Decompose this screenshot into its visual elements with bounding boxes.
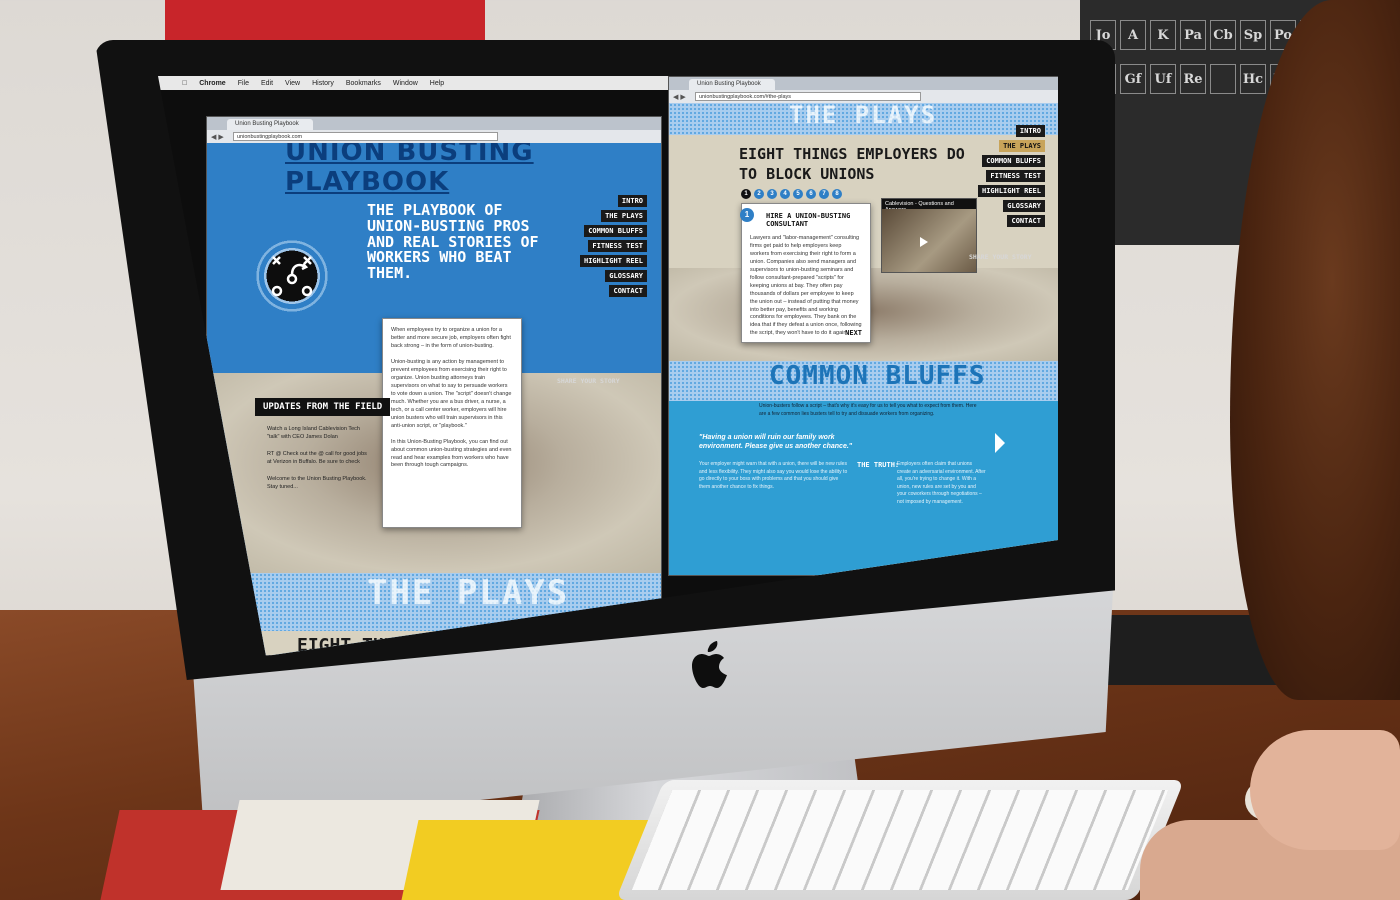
periodic-cell	[1210, 64, 1236, 94]
menubar-item[interactable]: History	[312, 80, 334, 87]
play-step-2[interactable]: 2	[754, 189, 764, 199]
menubar-item[interactable]: Chrome	[199, 80, 225, 87]
nav-item-intro[interactable]: INTRO	[617, 195, 647, 207]
browser-tab[interactable]: Union Busting Playbook	[227, 119, 313, 130]
keyboard-keys	[631, 790, 1169, 890]
periodic-cell: Uf	[1150, 64, 1176, 94]
menubar-item[interactable]: Edit	[261, 80, 273, 87]
main-nav: INTRO THE PLAYS COMMON BLUFFS FITNESS TEST H…	[977, 125, 1045, 227]
tab-bar: Union Busting Playbook	[207, 117, 661, 130]
periodic-cell: Gf	[1120, 64, 1146, 94]
play-step-1[interactable]: 1	[741, 189, 751, 199]
menubar-item[interactable]: Window	[393, 80, 418, 87]
book-stack	[100, 790, 649, 900]
bluff-explanation: Your employer might warn that with a uni…	[699, 461, 848, 490]
nav-item-the-plays[interactable]: THE PLAYS	[601, 210, 647, 222]
playbook-logo	[247, 231, 337, 321]
intro-paragraph-1: When employees try to organize a union f…	[391, 327, 511, 349]
nav-item-highlight-reel[interactable]: HIGHLIGHT REEL	[579, 255, 647, 267]
plays-section-ghost-title: THE PLAYS	[367, 573, 570, 613]
update-item[interactable]: Watch a Long Island Cablevision Tech "ta…	[267, 425, 367, 442]
bluff-quote: "Having a union will ruin our family wor…	[699, 434, 853, 451]
plays-page: THE PLAYS INTRO THE PLAYS COMMON BLUFFS FIT…	[669, 103, 1058, 575]
update-item[interactable]: Welcome to the Union Busting Playbook. S…	[267, 475, 367, 492]
play-step-5[interactable]: 5	[793, 189, 803, 199]
intro-card: When employees try to organize a union f…	[382, 318, 522, 528]
menubar-item[interactable]: View	[285, 80, 300, 87]
nav-item-highlight-reel[interactable]: HIGHLIGHT REEL	[977, 185, 1045, 197]
bluffs-intro: Union-busters follow a script – that's w…	[759, 403, 977, 417]
play-title: HIRE A UNION-BUSTING CONSULTANT	[766, 212, 851, 229]
browser-window-plays[interactable]: Union Busting Playbook ◀ ▶ unionbustingp…	[668, 76, 1058, 576]
site-title[interactable]: UNION BUSTING PLAYBOOK	[285, 143, 661, 197]
url-field[interactable]: unionbustingplaybook.com	[233, 132, 499, 141]
chevron-right-icon[interactable]	[995, 433, 1005, 453]
nav-item-contact[interactable]: CONTACT	[1007, 215, 1045, 227]
address-bar: ◀ ▶ unionbustingplaybook.com	[207, 130, 661, 143]
nav-item-common-bluffs[interactable]: COMMON BLUFFS	[982, 155, 1045, 167]
site-tagline: THE PLAYBOOK OF UNION-BUSTING PROS AND R…	[367, 201, 539, 282]
play-icon[interactable]	[919, 237, 928, 248]
nav-item-contact[interactable]: CONTACT	[609, 285, 647, 297]
main-nav: INTRO THE PLAYS COMMON BLUFFS FITNESS TEST H…	[579, 195, 647, 297]
play-card: 1 HIRE A UNION-BUSTING CONSULTANT Lawyer…	[740, 203, 871, 343]
plays-headline-line2: TO BLOCK UNIONS	[739, 165, 875, 183]
share-your-story-link[interactable]: SHARE YOUR STORY	[969, 253, 1032, 261]
periodic-cell: A	[1120, 20, 1146, 50]
share-your-story-link[interactable]: SHARE YOUR STORY	[557, 377, 620, 385]
plays-headline-line1: EIGHT THINGS EMPLOYERS DO	[739, 145, 965, 163]
next-play-button[interactable]: NEXT	[845, 328, 862, 338]
nav-item-glossary[interactable]: GLOSSARY	[1003, 200, 1045, 212]
video-frame	[882, 209, 976, 272]
yellow-book	[401, 820, 649, 900]
video-player[interactable]: Cablevision - Questions and Answers	[881, 198, 977, 273]
back-forward-icon[interactable]: ◀ ▶	[211, 133, 224, 141]
play-step-4[interactable]: 4	[780, 189, 790, 199]
browser-tab[interactable]: Union Busting Playbook	[689, 79, 775, 90]
plays-section-ghost-title: THE PLAYS	[789, 103, 938, 129]
red-poster	[165, 0, 485, 45]
nav-item-glossary[interactable]: GLOSSARY	[605, 270, 647, 282]
apple-logo-icon	[692, 641, 727, 688]
menubar-item[interactable]: Bookmarks	[346, 80, 381, 87]
periodic-cell: Pa	[1180, 20, 1206, 50]
truth-body: Employers often claim that unions create…	[897, 461, 986, 505]
nav-item-the-plays[interactable]: THE PLAYS	[999, 140, 1045, 152]
updates-list: Watch a Long Island Cablevision Tech "ta…	[267, 425, 367, 491]
periodic-cell: Sp	[1240, 20, 1266, 50]
apple-keyboard	[615, 780, 1185, 900]
periodic-cell: K	[1150, 20, 1176, 50]
intro-paragraph-3: In this Union-Busting Playbook, you can …	[391, 438, 512, 469]
menubar-item[interactable]: Help	[430, 80, 444, 87]
truth-label: THE TRUTH:	[857, 461, 900, 469]
play-step-3[interactable]: 3	[767, 189, 777, 199]
nav-item-intro[interactable]: INTRO	[1015, 125, 1045, 137]
play-step-6[interactable]: 6	[806, 189, 816, 199]
play-diagram-icon	[271, 256, 313, 297]
tab-bar: Union Busting Playbook	[669, 77, 1058, 90]
update-item[interactable]: RT @ Check out the @ call for good jobs …	[267, 450, 367, 467]
play-step-8[interactable]: 8	[832, 189, 842, 199]
home-page: UNION BUSTING PLAYBOOK THE PLAYBOOK OF U…	[207, 143, 661, 655]
periodic-cell: Hc	[1240, 64, 1266, 94]
address-bar: ◀ ▶ unionbustingplaybook.com/#the-plays	[669, 90, 1058, 103]
nav-item-common-bluffs[interactable]: COMMON BLUFFS	[584, 225, 647, 237]
apple-menu-icon[interactable]: 	[182, 80, 187, 87]
url-field[interactable]: unionbustingplaybook.com/#the-plays	[695, 92, 921, 101]
updates-header: UPDATES FROM THE FIELD	[255, 398, 391, 416]
periodic-cell: Re	[1180, 64, 1206, 94]
intro-paragraph-2: Union-busting is any action by managemen…	[391, 358, 512, 429]
play-number-badge: 1	[740, 208, 754, 222]
menubar-item[interactable]: File	[238, 80, 249, 87]
play-step-7[interactable]: 7	[819, 189, 829, 199]
periodic-cell: Cb	[1210, 20, 1236, 50]
play-body: Lawyers and "labor-management" consultin…	[750, 234, 862, 337]
browser-window-home[interactable]: Union Busting Playbook ◀ ▶ unionbustingp…	[206, 116, 662, 656]
nav-item-fitness-test[interactable]: FITNESS TEST	[986, 170, 1045, 182]
back-forward-icon[interactable]: ◀ ▶	[673, 93, 686, 101]
play-step-selector: 12345678	[741, 189, 842, 199]
nav-item-fitness-test[interactable]: FITNESS TEST	[588, 240, 647, 252]
bluffs-section-title: COMMON BLUFFS	[769, 361, 986, 391]
person-hand	[1250, 730, 1400, 850]
